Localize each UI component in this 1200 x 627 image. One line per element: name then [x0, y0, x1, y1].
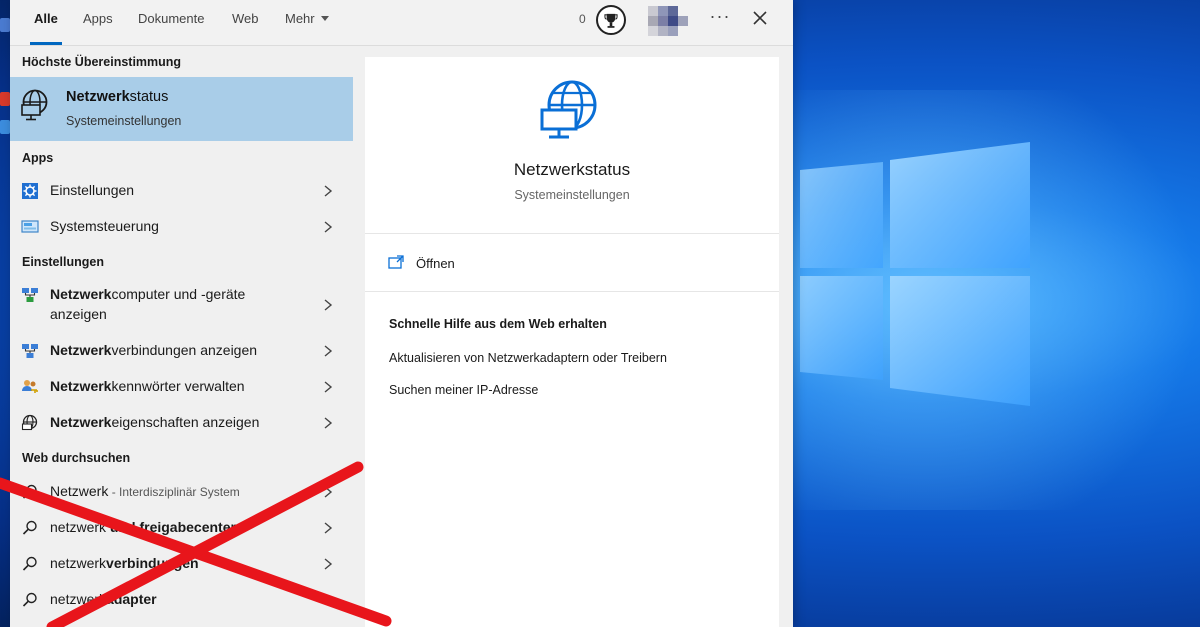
- desktop-shortcut-icon[interactable]: [0, 92, 10, 106]
- app-item-label: Systemsteuerung: [50, 218, 159, 234]
- best-match-title: Netzwerkstatus: [66, 89, 168, 105]
- settings-item-netzwerkverbindungen[interactable]: Netzwerkverbindungen anzeigen: [10, 333, 353, 369]
- web-item-label-bold: und freigabecenter: [109, 519, 236, 535]
- divider: [365, 233, 779, 234]
- chevron-right-icon[interactable]: [323, 220, 333, 234]
- settings-item-netzwerkeigenschaften[interactable]: Netzwerkeigenschaften anzeigen: [10, 405, 353, 441]
- settings-item-label: Netzwerkkennwörter verwalten: [50, 378, 245, 394]
- app-item-systemsteuerung[interactable]: Systemsteuerung: [10, 209, 353, 245]
- network-connections-icon: [22, 344, 38, 358]
- globe-monitor-icon: [540, 80, 597, 139]
- settings-item-label-bold: Netzwerk: [50, 342, 112, 358]
- settings-item-label-bold: Netzwerk: [50, 378, 112, 394]
- web-item-label-plain: netzwerk: [50, 591, 107, 607]
- web-item-label-bold: verbindungen: [106, 555, 199, 571]
- settings-item-label-line2: anzeigen: [50, 306, 107, 322]
- settings-item-label: Netzwerkverbindungen anzeigen: [50, 342, 257, 358]
- chevron-right-icon[interactable]: [323, 485, 333, 499]
- web-item-label: netzwerk und freigabecenter: [50, 519, 236, 535]
- web-item-label: netzwerkverbindungen: [50, 555, 199, 571]
- app-item-einstellungen[interactable]: Einstellungen: [10, 173, 353, 209]
- section-heading-apps: Apps: [22, 151, 54, 165]
- settings-item-label-bold: Netzwerk: [50, 414, 112, 430]
- desktop-shortcut-icon[interactable]: [0, 120, 10, 134]
- search-icon: [22, 520, 37, 535]
- section-heading-web: Web durchsuchen: [22, 451, 131, 465]
- search-icon: [22, 556, 37, 571]
- search-icon: [22, 484, 37, 499]
- gear-icon: [22, 183, 38, 199]
- tab-alle[interactable]: Alle: [30, 0, 62, 46]
- open-action[interactable]: Öffnen: [365, 247, 779, 287]
- settings-item-label-rest: kennwörter verwalten: [111, 378, 245, 394]
- web-item-label-main: Netzwerk: [50, 483, 109, 499]
- chevron-right-icon[interactable]: [323, 380, 333, 394]
- search-tab-bar: Alle Apps Dokumente Web Mehr 0 ···: [10, 0, 793, 46]
- web-item-netzwerk[interactable]: Netzwerk - Interdisziplinär System: [10, 474, 353, 510]
- control-panel-icon: [21, 220, 39, 233]
- web-item-freigabecenter[interactable]: netzwerk und freigabecenter: [10, 510, 353, 546]
- chevron-right-icon[interactable]: [323, 298, 333, 312]
- web-item-label-plain: netzwerk: [50, 555, 107, 571]
- chevron-right-icon[interactable]: [323, 557, 333, 571]
- web-item-label-bold: adapter: [106, 591, 157, 607]
- open-action-label: Öffnen: [416, 256, 455, 271]
- web-item-adapter[interactable]: netzwerkadapter: [10, 582, 353, 618]
- detail-title: Netzwerkstatus: [513, 160, 631, 179]
- chevron-right-icon[interactable]: [323, 184, 333, 198]
- chevron-right-icon[interactable]: [323, 344, 333, 358]
- web-item-verbindungen[interactable]: netzwerkverbindungen: [10, 546, 353, 582]
- windows-logo-icon: [760, 90, 1200, 510]
- settings-item-label: Netzwerkeigenschaften anzeigen: [50, 414, 259, 430]
- users-key-icon: [22, 380, 38, 393]
- web-item-label: Netzwerk - Interdisziplinär System: [50, 483, 240, 499]
- best-match-title-bold: Netzwerk: [66, 89, 130, 105]
- section-heading-settings: Einstellungen: [22, 255, 104, 269]
- chevron-right-icon[interactable]: [323, 416, 333, 430]
- best-match-subtitle: Systemeinstellungen: [66, 114, 182, 128]
- trophy-icon[interactable]: [596, 5, 626, 35]
- tab-mehr-label: Mehr: [285, 11, 315, 26]
- web-help-link[interactable]: Suchen meiner IP-Adresse: [389, 383, 538, 397]
- tab-dokumente[interactable]: Dokumente: [138, 0, 204, 46]
- user-avatar[interactable]: [648, 6, 688, 36]
- web-item-label: netzwerkadapter: [50, 591, 157, 607]
- web-item-sublabel: - Interdisziplinär System: [108, 485, 240, 499]
- detail-subtitle: Systemeinstellungen: [514, 188, 630, 202]
- tab-web[interactable]: Web: [232, 0, 259, 46]
- ellipsis-icon[interactable]: ···: [708, 6, 732, 30]
- section-heading-best-match: Höchste Übereinstimmung: [22, 55, 182, 69]
- settings-item-netzwerkkennwoerter[interactable]: Netzwerkkennwörter verwalten: [10, 369, 353, 405]
- web-item-label-plain: netzwerk: [50, 519, 110, 535]
- settings-item-label-rest: eigenschaften anzeigen: [111, 414, 260, 430]
- close-icon[interactable]: [748, 6, 772, 30]
- desktop-shortcut-icon[interactable]: [0, 18, 10, 32]
- network-computers-icon: [22, 288, 38, 302]
- web-help-heading: Schnelle Hilfe aus dem Web erhalten: [389, 317, 607, 331]
- chevron-right-icon[interactable]: [323, 521, 333, 535]
- web-help-link[interactable]: Aktualisieren von Netzwerkadaptern oder …: [389, 351, 667, 365]
- rewards-score: 0: [579, 12, 586, 26]
- settings-item-label-rest: verbindungen anzeigen: [111, 342, 258, 358]
- best-match-item[interactable]: Netzwerkstatus Systemeinstellungen: [10, 77, 353, 141]
- search-icon: [22, 592, 37, 607]
- settings-item-label-rest: computer und -geräte: [111, 286, 246, 302]
- divider: [365, 291, 779, 292]
- detail-pane: Netzwerkstatus Systemeinstellungen Öffne…: [365, 57, 779, 627]
- results-list: Höchste Übereinstimmung Netzwerkstatus S…: [10, 46, 364, 627]
- search-panel: Alle Apps Dokumente Web Mehr 0 ··· Höchs…: [10, 0, 793, 627]
- settings-item-label: Netzwerkcomputer und -geräte: [50, 286, 245, 302]
- globe-monitor-icon: [21, 89, 48, 121]
- settings-item-netzwerkcomputer[interactable]: Netzwerkcomputer und -geräte anzeigen: [10, 277, 353, 333]
- tab-apps[interactable]: Apps: [83, 0, 113, 46]
- tab-mehr[interactable]: Mehr: [285, 0, 329, 46]
- settings-item-label-bold: Netzwerk: [50, 286, 112, 302]
- globe-icon: [21, 414, 38, 431]
- chevron-down-icon: [320, 16, 329, 21]
- app-item-label: Einstellungen: [50, 182, 135, 198]
- open-window-icon: [388, 255, 404, 269]
- best-match-title-rest: status: [129, 89, 169, 105]
